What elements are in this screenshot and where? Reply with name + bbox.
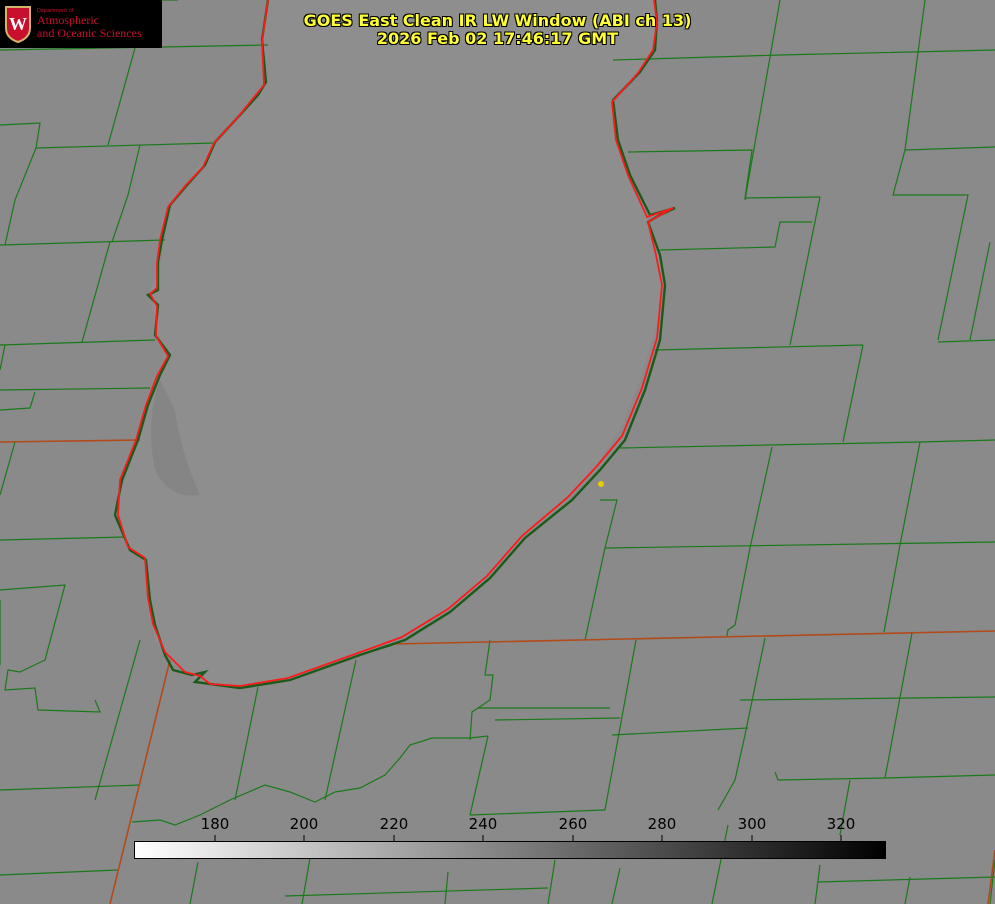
colorbar-tick-label: 200 <box>289 815 319 833</box>
colorbar-tick-label: 280 <box>647 815 677 833</box>
title-timestamp: 2026 Feb 02 17:46:17 GMT <box>376 29 619 48</box>
temperature-colorbar <box>134 841 886 859</box>
svg-text:W: W <box>9 14 27 34</box>
colorbar-tick-label: 300 <box>737 815 767 833</box>
uw-aos-logo: W Department of Atmospheric and Oceanic … <box>0 0 162 48</box>
university-seal-icon: W <box>5 6 31 44</box>
colorbar-tick-label: 180 <box>200 815 230 833</box>
colorbar-tick-label: 320 <box>826 815 856 833</box>
station-marker <box>598 481 604 487</box>
title-line1: GOES East Clean IR LW Window (ABI ch 13) <box>303 11 692 30</box>
satellite-image <box>0 0 995 904</box>
colorbar-tick-label: 260 <box>558 815 588 833</box>
satellite-map-viewer: W Department of Atmospheric and Oceanic … <box>0 0 995 904</box>
logo-line1: Atmospheric <box>37 13 99 28</box>
logo-line2: and Oceanic Sciences <box>37 25 142 40</box>
colorbar-tick-label: 240 <box>468 815 498 833</box>
colorbar-tick-label: 220 <box>379 815 409 833</box>
logo-text: Department of Atmospheric and Oceanic Sc… <box>37 8 142 40</box>
image-title: GOES East Clean IR LW Window (ABI ch 13)… <box>250 12 745 48</box>
